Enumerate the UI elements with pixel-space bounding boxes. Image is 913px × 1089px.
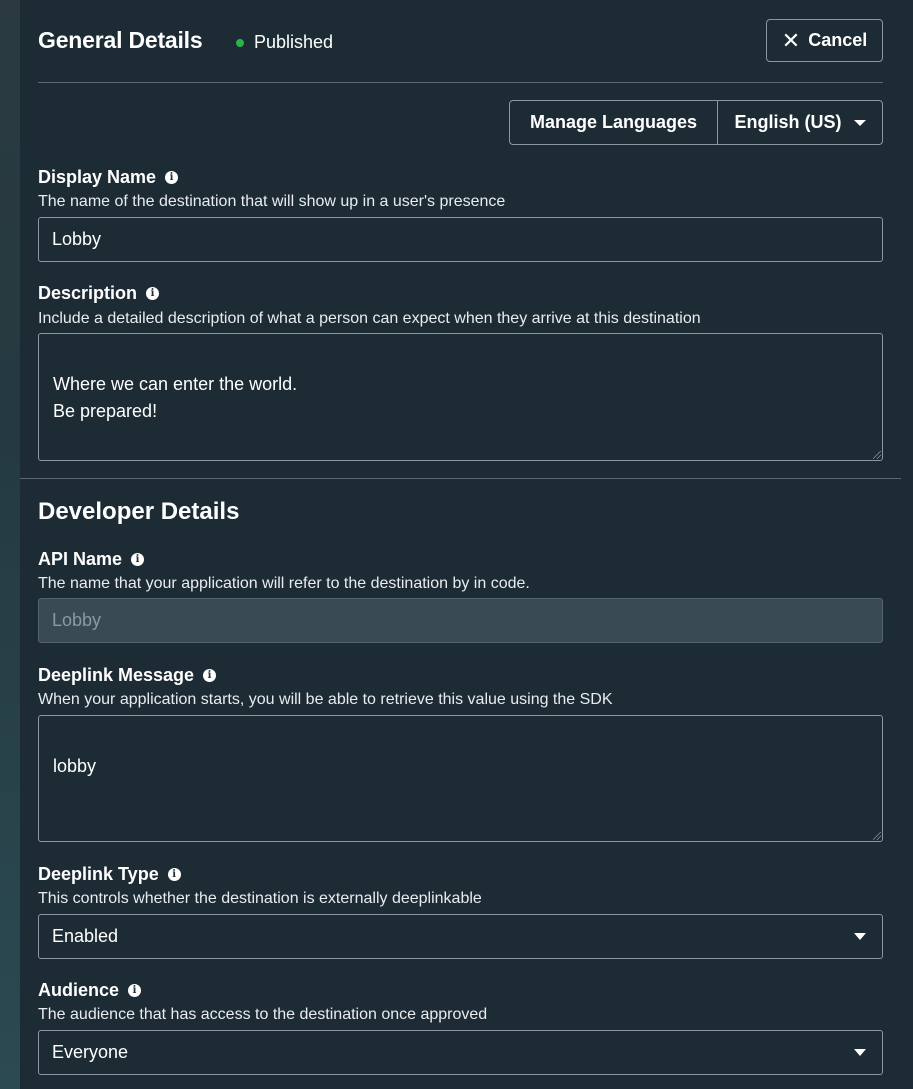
deeplink-message-textarea[interactable]: lobby (38, 715, 883, 842)
description-help: Include a detailed description of what a… (38, 310, 701, 327)
deeplink-type-label-text: Deeplink Type (38, 864, 159, 884)
audience-label-text: Audience (38, 980, 120, 1000)
deeplink-message-help: When your application starts, you will b… (38, 691, 613, 708)
resize-handle-icon[interactable] (873, 832, 881, 840)
cancel-label: Cancel (808, 30, 868, 50)
api-name-value: Lobby (52, 610, 102, 630)
deeplink-message-value: lobby (53, 756, 97, 776)
display-name-label: Display Name i (38, 167, 179, 188)
status-dot-icon (236, 38, 244, 47)
deeplink-type-help: This controls whether the destination is… (38, 890, 482, 907)
info-icon[interactable]: i (146, 287, 160, 300)
description-value: Where we can enter the world. Be prepare… (53, 374, 298, 421)
status-label: Published (254, 32, 334, 52)
display-name-value: Lobby (52, 229, 102, 249)
section-divider (20, 478, 901, 479)
language-dropdown-label: English (US) (734, 112, 842, 132)
close-icon: ✕ (781, 27, 801, 53)
api-name-input: Lobby (38, 598, 883, 643)
api-name-help: The name that your application will refe… (38, 575, 530, 592)
caret-down-icon (853, 119, 866, 126)
audience-value: Everyone (52, 1042, 129, 1062)
deeplink-type-select[interactable]: Enabled (38, 914, 883, 959)
resize-handle-icon[interactable] (873, 451, 881, 459)
display-name-input[interactable]: Lobby (38, 217, 883, 262)
audience-label: Audience i (38, 980, 142, 1001)
deeplink-type-value: Enabled (52, 926, 119, 946)
api-name-label-text: API Name (38, 549, 123, 569)
description-label-text: Description (38, 283, 138, 303)
api-name-label: API Name i (38, 549, 145, 570)
info-icon[interactable]: i (165, 171, 179, 184)
audience-help: The audience that has access to the dest… (38, 1006, 488, 1023)
deeplink-type-label: Deeplink Type i (38, 864, 181, 885)
status-badge: Published (236, 32, 333, 53)
language-controls: Manage Languages English (US) (509, 100, 883, 145)
developer-details-title: Developer Details (38, 498, 240, 525)
info-icon[interactable]: i (167, 868, 181, 881)
background-strip-right (901, 0, 913, 1089)
deeplink-message-label-text: Deeplink Message (38, 665, 195, 685)
panel-header: General Details Published ✕ Cancel (38, 19, 883, 64)
description-textarea[interactable]: Where we can enter the world. Be prepare… (38, 333, 883, 461)
display-name-help: The name of the destination that will sh… (38, 193, 506, 210)
cancel-button[interactable]: ✕ Cancel (766, 19, 883, 62)
caret-down-icon (854, 1049, 866, 1056)
header-divider (38, 82, 883, 83)
destination-details-panel: General Details Published ✕ Cancel Manag… (20, 0, 901, 1089)
caret-down-icon (854, 933, 866, 940)
info-icon[interactable]: i (128, 984, 142, 997)
info-icon[interactable]: i (203, 669, 217, 682)
manage-languages-button[interactable]: Manage Languages (510, 101, 718, 144)
page-title: General Details (38, 27, 203, 53)
description-label: Description i (38, 283, 160, 304)
display-name-label-text: Display Name (38, 167, 157, 187)
deeplink-message-label: Deeplink Message i (38, 665, 217, 686)
background-strip (0, 0, 20, 1089)
language-dropdown[interactable]: English (US) (718, 101, 882, 144)
info-icon[interactable]: i (131, 553, 145, 566)
audience-select[interactable]: Everyone (38, 1030, 883, 1075)
